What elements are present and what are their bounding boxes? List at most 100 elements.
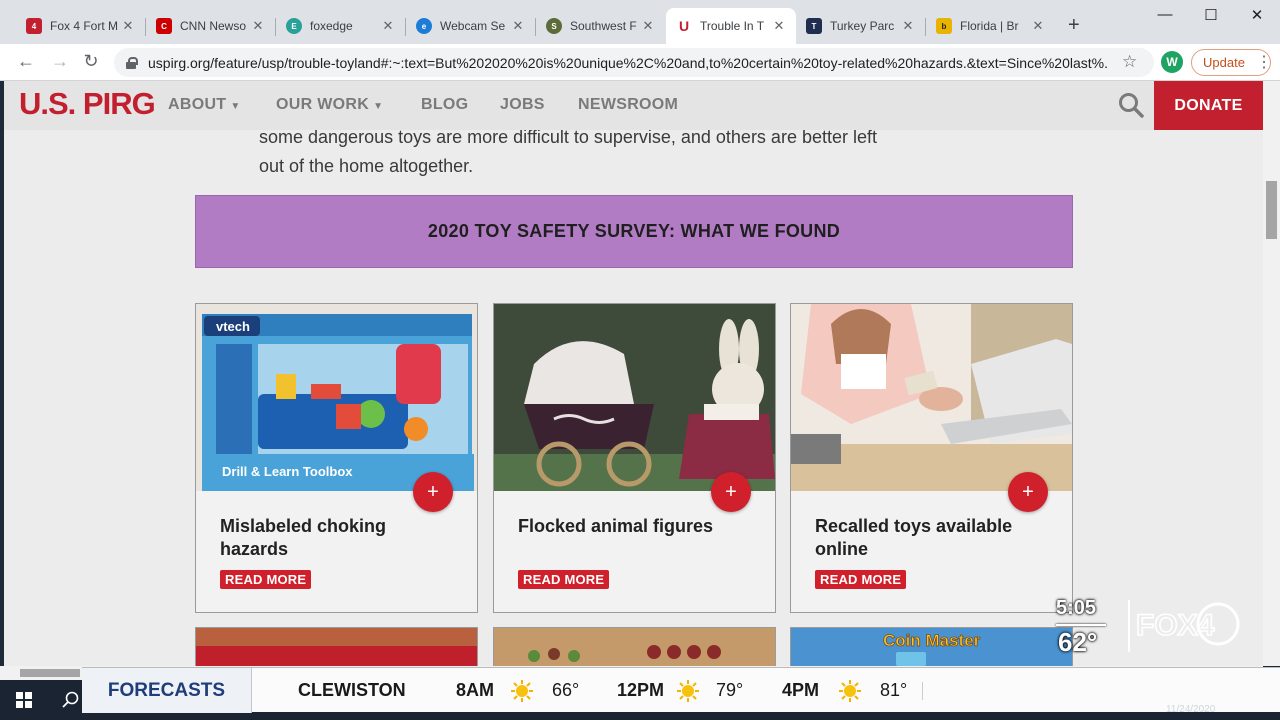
tab-label: foxedge <box>310 19 353 33</box>
browser-tab-active[interactable]: U Trouble In T ✕ <box>666 8 796 44</box>
maximize-icon[interactable]: ☐ <box>1196 6 1226 24</box>
forecast-time: 12PM <box>617 680 665 700</box>
nav-about-label: ABOUT <box>168 96 227 113</box>
bunny-stroller-image <box>494 304 775 491</box>
read-more-button[interactable]: READ MORE <box>518 570 610 589</box>
next-card-image[interactable] <box>493 627 776 666</box>
close-tab-icon[interactable]: ✕ <box>1032 18 1044 34</box>
forecast-ticker: FORECASTS CLEWISTON 8AM 66° 12PM 79° 4PM… <box>82 667 1280 713</box>
card-title: Recalled toys available online <box>815 516 1013 559</box>
vtech-box-brand: vtech <box>216 319 250 334</box>
forecast-city: CLEWISTON <box>298 680 406 700</box>
forecast-temp: 79° <box>716 680 744 700</box>
tv-current-temp: 62° <box>1058 627 1098 657</box>
forecast-temp: 66° <box>552 680 580 700</box>
browser-tab[interactable]: E foxedge ✕ <box>276 8 404 44</box>
intro-paragraph: some dangerous toys are more difficult t… <box>259 123 1019 181</box>
bookmark-star-icon[interactable]: ☆ <box>1122 52 1137 72</box>
next-card-image[interactable] <box>195 627 478 666</box>
taskbar-search-icon[interactable] <box>62 691 80 709</box>
browser-tab[interactable]: S Southwest F ✕ <box>536 8 664 44</box>
expand-plus-button[interactable]: + <box>1008 472 1048 512</box>
windows-taskbar-strip <box>82 712 1280 720</box>
new-tab-icon[interactable]: + <box>1068 14 1080 37</box>
url-text: uspirg.org/feature/usp/trouble-toyland#:… <box>148 54 1108 71</box>
card-flocked-animals[interactable]: + Flocked animal figures READ MORE <box>493 303 776 613</box>
sun-icon <box>839 680 861 702</box>
close-tab-icon[interactable]: ✕ <box>252 18 264 34</box>
chevron-down-icon: ▼ <box>230 101 241 112</box>
tab-label: Trouble In T <box>700 19 765 33</box>
nav-blog[interactable]: BLOG <box>421 96 468 114</box>
toolbox-toy-image: vtech Drill & Learn Toolbox <box>196 304 477 491</box>
address-bar[interactable]: uspirg.org/feature/usp/trouble-toyland#:… <box>114 48 1154 77</box>
tab-label: Southwest F <box>570 19 637 33</box>
fox4-logo: FOX4 <box>1128 600 1240 652</box>
survey-banner[interactable]: 2020 TOY SAFETY SURVEY: WHAT WE FOUND <box>195 195 1073 268</box>
profile-avatar[interactable]: W <box>1161 51 1183 73</box>
foxedge-favicon-icon: E <box>286 18 302 34</box>
close-tab-icon[interactable]: ✕ <box>122 18 134 34</box>
close-tab-icon[interactable]: ✕ <box>512 18 524 34</box>
card-choking-hazards[interactable]: vtech Drill & Learn Toolbox + Mislabeled… <box>195 303 478 613</box>
browser-tab[interactable]: C CNN Newso ✕ <box>146 8 274 44</box>
cnn-favicon-icon: C <box>156 18 172 34</box>
donate-button[interactable]: DONATE <box>1154 81 1263 130</box>
forecasts-label: FORECASTS <box>82 668 252 713</box>
coin-master-text: Coin Master <box>883 631 981 650</box>
minimize-icon[interactable]: — <box>1150 6 1180 23</box>
taskbar-date: 11/24/2020 <box>1166 704 1216 715</box>
nav-our-work-label: OUR WORK <box>276 96 370 113</box>
scrollbar-thumb[interactable] <box>1266 181 1277 239</box>
sun-icon <box>677 680 699 702</box>
online-shopping-image <box>791 304 1072 491</box>
florida-favicon-icon: b <box>936 18 952 34</box>
more-menu-icon[interactable]: ⋮ <box>1256 52 1272 72</box>
expand-plus-button[interactable]: + <box>711 472 751 512</box>
back-arrow-icon[interactable]: ← <box>14 51 38 72</box>
windows-taskbar <box>0 680 82 720</box>
toolbox-box-text: Drill & Learn Toolbox <box>222 464 353 479</box>
tab-label: Florida | Br <box>960 19 1019 33</box>
read-more-button[interactable]: READ MORE <box>220 570 312 589</box>
close-tab-icon[interactable]: ✕ <box>382 18 394 34</box>
browser-tab-bar: 4 Fox 4 Fort M ✕ C CNN Newso ✕ E foxedge… <box>0 0 1280 44</box>
search-icon[interactable] <box>1118 92 1144 118</box>
read-more-button[interactable]: READ MORE <box>815 570 907 589</box>
vertical-scrollbar[interactable] <box>1263 81 1280 666</box>
browser-tab[interactable]: e Webcam Se ✕ <box>406 8 534 44</box>
windows-start-icon[interactable] <box>16 692 32 708</box>
close-tab-icon[interactable]: ✕ <box>642 18 654 34</box>
tab-label: Webcam Se <box>440 19 506 33</box>
card-recalled-toys[interactable]: + Recalled toys available online READ MO… <box>790 303 1073 613</box>
nav-about[interactable]: ABOUT ▼ <box>168 96 241 114</box>
ticker-divider <box>922 682 923 700</box>
close-tab-icon[interactable]: ✕ <box>772 18 786 34</box>
tv-clock: 5:05 <box>1056 597 1097 619</box>
fox4-logo-text: FOX4 <box>1136 609 1215 642</box>
close-tab-icon[interactable]: ✕ <box>902 18 914 34</box>
next-card-image[interactable]: Coin Master <box>790 627 1073 666</box>
webcam-favicon-icon: e <box>416 18 432 34</box>
browser-tab[interactable]: 4 Fox 4 Fort M ✕ <box>16 8 144 44</box>
close-window-icon[interactable]: ✕ <box>1242 6 1272 24</box>
reload-icon[interactable]: ↻ <box>79 51 103 72</box>
expand-plus-button[interactable]: + <box>413 472 453 512</box>
uspirg-logo[interactable]: U.S. PIRG <box>19 86 156 122</box>
forecast-temp: 81° <box>880 680 908 700</box>
scrollbar-thumb[interactable] <box>20 669 80 677</box>
nav-our-work[interactable]: OUR WORK ▼ <box>276 96 383 114</box>
forward-arrow-icon[interactable]: → <box>48 51 72 72</box>
nav-newsroom[interactable]: NEWSROOM <box>578 96 678 114</box>
card-title: Flocked animal figures <box>518 516 714 536</box>
nav-jobs[interactable]: JOBS <box>500 96 545 114</box>
uspirg-favicon-icon: U <box>678 18 690 34</box>
chevron-down-icon: ▼ <box>373 101 384 112</box>
browser-tab[interactable]: T Turkey Parc ✕ <box>796 8 924 44</box>
browser-tab[interactable]: b Florida | Br ✕ <box>926 8 1054 44</box>
turkey-favicon-icon: T <box>806 18 822 34</box>
tab-label: CNN Newso <box>180 19 247 33</box>
forecast-time: 8AM <box>456 680 495 700</box>
tab-label: Fox 4 Fort M <box>50 19 119 33</box>
browser-toolbar: ← → ↻ uspirg.org/feature/usp/trouble-toy… <box>0 44 1280 81</box>
